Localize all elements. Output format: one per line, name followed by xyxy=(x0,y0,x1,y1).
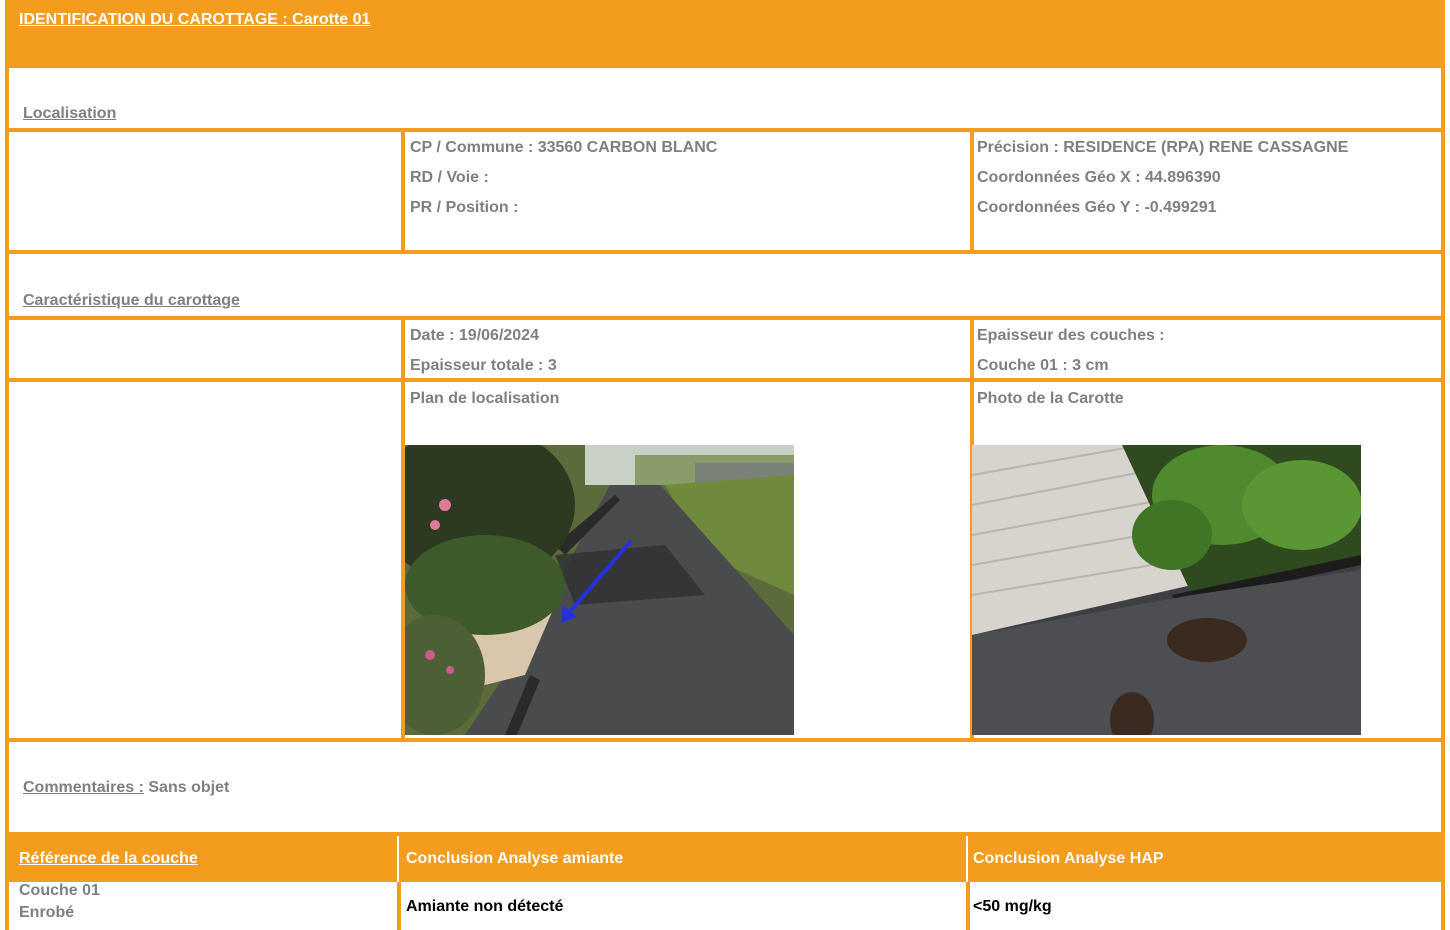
title-bar: IDENTIFICATION DU CAROTTAGE : Carotte 01 xyxy=(5,0,1445,68)
epaisseur-couches: Epaisseur des couches : xyxy=(977,327,1165,344)
header-amiante: Conclusion Analyse amiante xyxy=(406,850,624,867)
reference-materiau: Enrobé xyxy=(19,904,75,921)
column-divider xyxy=(970,320,974,378)
carotte-photo-image xyxy=(972,445,1361,735)
epaisseur-totale: Epaisseur totale : 3 xyxy=(410,357,557,374)
column-divider xyxy=(966,836,968,882)
column-divider xyxy=(397,882,401,930)
caracteristique-section: Caractéristique du carottage xyxy=(5,254,1445,320)
localisation-heading: Localisation xyxy=(23,105,117,122)
amiante-result: Amiante non détecté xyxy=(406,898,564,915)
plan-label: Plan de localisation xyxy=(410,390,560,407)
carottage-sheet: IDENTIFICATION DU CAROTTAGE : Carotte 01… xyxy=(5,0,1445,930)
photo-label: Photo de la Carotte xyxy=(977,390,1124,407)
reference-couche: Couche 01 xyxy=(19,882,100,899)
page-title: IDENTIFICATION DU CAROTTAGE : Carotte 01 xyxy=(19,11,371,28)
column-divider xyxy=(401,132,405,250)
localisation-section: Localisation xyxy=(5,68,1445,132)
date: Date : 19/06/2024 xyxy=(410,327,539,344)
pr-position: PR / Position : xyxy=(410,199,519,216)
column-divider xyxy=(401,320,405,378)
results-row: Couche 01 Enrobé Amiante non détecté <50… xyxy=(5,882,1445,930)
coord-y: Coordonnées Géo Y : -0.499291 xyxy=(977,199,1217,216)
plan-localisation-image xyxy=(405,445,794,735)
header-hap: Conclusion Analyse HAP xyxy=(973,850,1164,867)
localisation-body: CP / Commune : 33560 CARBON BLANC RD / V… xyxy=(5,132,1445,254)
column-divider xyxy=(966,882,970,930)
precision: Précision : RESIDENCE (RPA) RENE CASSAGN… xyxy=(977,139,1349,156)
caracteristique-body: Date : 19/06/2024 Epaisseur totale : 3 E… xyxy=(5,320,1445,382)
commentaires-label: Commentaires : xyxy=(23,779,144,796)
coord-x: Coordonnées Géo X : 44.896390 xyxy=(977,169,1221,186)
cp-commune: CP / Commune : 33560 CARBON BLANC xyxy=(410,139,718,156)
commentaires-row: Commentaires : Sans objet xyxy=(5,742,1445,836)
caracteristique-heading: Caractéristique du carottage xyxy=(23,292,240,309)
column-divider xyxy=(397,836,399,882)
couche-01-thickness: Couche 01 : 3 cm xyxy=(977,357,1109,374)
hap-result: <50 mg/kg xyxy=(973,898,1052,915)
photo-row: Plan de localisation Photo de la Carotte xyxy=(5,382,1445,742)
commentaires: Commentaires : Sans objet xyxy=(23,779,229,797)
header-reference: Référence de la couche xyxy=(19,850,198,867)
results-header-row: Référence de la couche Conclusion Analys… xyxy=(5,836,1445,882)
commentaires-value: Sans objet xyxy=(148,779,230,796)
rd-voie: RD / Voie : xyxy=(410,169,489,186)
column-divider xyxy=(970,132,974,250)
